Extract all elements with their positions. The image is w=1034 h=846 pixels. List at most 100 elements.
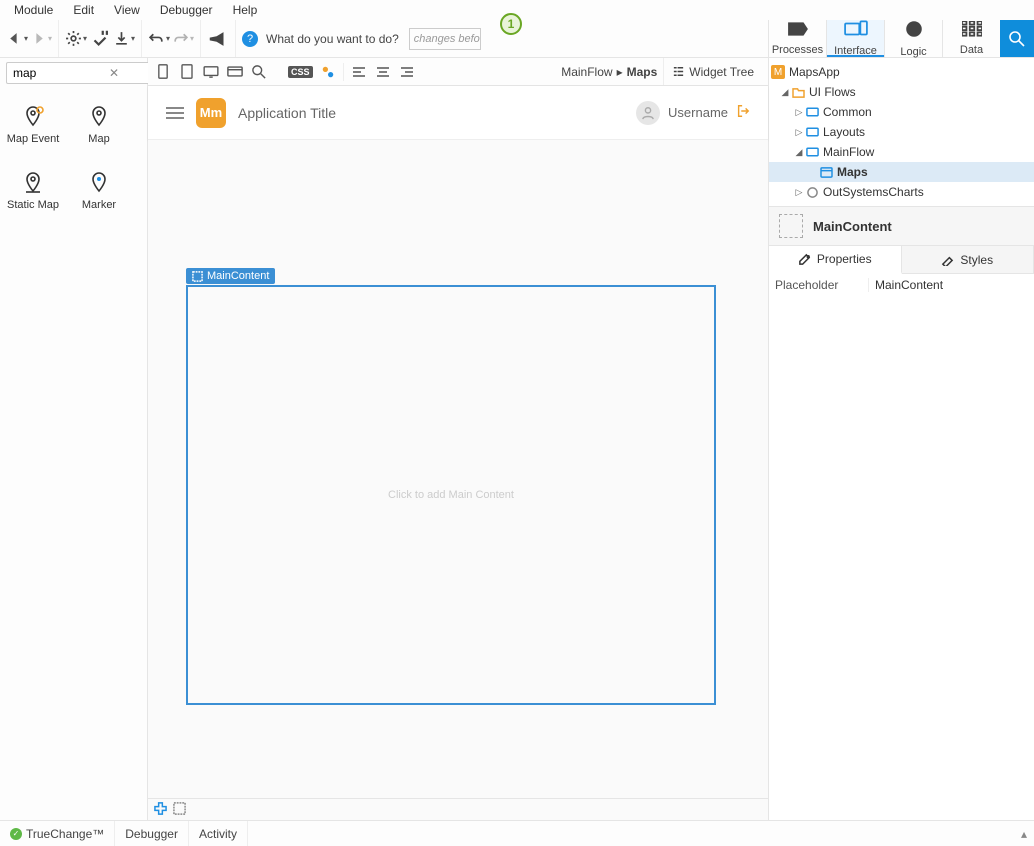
device-tablet-icon[interactable] bbox=[178, 63, 196, 81]
breadcrumb: MainFlow ▸ Maps bbox=[561, 65, 657, 79]
menu-help[interactable]: Help bbox=[223, 3, 268, 17]
tree-row-common[interactable]: ▷ Common bbox=[769, 102, 1034, 122]
toolbox-item-label: Map bbox=[88, 133, 109, 145]
reference-icon bbox=[805, 185, 819, 199]
tree-label: Layouts bbox=[823, 125, 865, 139]
device-desktop-icon[interactable] bbox=[202, 63, 220, 81]
tree-label: MainFlow bbox=[823, 145, 874, 159]
application-title[interactable]: Application Title bbox=[238, 105, 336, 121]
gear-button[interactable] bbox=[65, 28, 87, 50]
zoom-icon[interactable] bbox=[250, 63, 268, 81]
tree-row-layouts[interactable]: ▷ Layouts bbox=[769, 122, 1034, 142]
toolbox-item-marker[interactable]: Marker bbox=[66, 158, 132, 224]
tab-styles[interactable]: Styles bbox=[902, 246, 1034, 273]
global-search-button[interactable] bbox=[1000, 20, 1034, 57]
toolbox-item-map[interactable]: Map bbox=[66, 92, 132, 158]
toolbox-item-label: Map Event bbox=[7, 133, 60, 145]
data-icon bbox=[962, 21, 982, 42]
device-wide-icon[interactable] bbox=[226, 63, 244, 81]
main-content-placeholder[interactable]: Click to add Main Content bbox=[186, 285, 716, 705]
menu-view[interactable]: View bbox=[104, 3, 150, 17]
design-canvas[interactable]: MainContent Click to add Main Content bbox=[148, 140, 768, 798]
tree-row-mainflow[interactable]: ◢ MainFlow bbox=[769, 142, 1034, 162]
forward-button[interactable] bbox=[30, 28, 52, 50]
logout-icon[interactable] bbox=[736, 104, 750, 121]
canvas-toolbar: CSS MainFlow ▸ Maps Widget Tree bbox=[148, 58, 768, 86]
help-icon[interactable]: ? bbox=[242, 31, 258, 47]
tree-row-maps[interactable]: Maps bbox=[769, 162, 1034, 182]
tree-row-charts[interactable]: ▷ OutSystemsCharts bbox=[769, 182, 1034, 202]
placeholder-tag[interactable]: MainContent bbox=[186, 268, 275, 284]
hamburger-icon[interactable] bbox=[166, 107, 184, 119]
tab-properties-label: Properties bbox=[817, 252, 872, 266]
tab-logic[interactable]: Logic bbox=[884, 20, 942, 57]
canvas-footer bbox=[148, 798, 768, 820]
add-widget-icon[interactable] bbox=[154, 802, 167, 818]
tree-row-app[interactable]: M MapsApp bbox=[769, 62, 1034, 82]
plug-button[interactable] bbox=[89, 28, 111, 50]
download-button[interactable] bbox=[113, 28, 135, 50]
main-toolbar: ? What do you want to do? changes befo 1… bbox=[0, 20, 1034, 58]
property-key: Placeholder bbox=[769, 278, 869, 292]
align-center-icon[interactable] bbox=[374, 63, 392, 81]
tree-row-uiflows[interactable]: ◢ UI Flows bbox=[769, 82, 1034, 102]
tab-properties[interactable]: Properties bbox=[769, 246, 902, 274]
css-badge[interactable]: CSS bbox=[288, 66, 313, 78]
menu-edit[interactable]: Edit bbox=[63, 3, 104, 17]
align-right-icon[interactable] bbox=[398, 63, 416, 81]
logic-icon bbox=[904, 19, 924, 44]
menu-module[interactable]: Module bbox=[4, 3, 63, 17]
changes-hint-box: changes befo bbox=[409, 28, 481, 50]
flow-icon bbox=[805, 105, 819, 119]
tab-truechange[interactable]: ✓ TrueChange™ bbox=[0, 821, 115, 846]
toolbox-item-map-event[interactable]: Map Event bbox=[0, 92, 66, 158]
tab-processes[interactable]: Processes bbox=[768, 20, 826, 57]
device-phone-icon[interactable] bbox=[154, 63, 172, 81]
toolbox-item-label: Static Map bbox=[7, 199, 59, 211]
property-value[interactable]: MainContent bbox=[869, 278, 1034, 292]
check-icon: ✓ bbox=[10, 828, 22, 840]
tree-label: OutSystemsCharts bbox=[823, 185, 924, 199]
menu-debugger[interactable]: Debugger bbox=[150, 3, 223, 17]
placeholder-footer-icon[interactable] bbox=[173, 802, 186, 818]
username-label[interactable]: Username bbox=[668, 105, 728, 120]
tab-data[interactable]: Data bbox=[942, 20, 1000, 57]
bottom-tabs: ✓ TrueChange™ Debugger Activity ▴ bbox=[0, 820, 1034, 846]
tab-data-label: Data bbox=[960, 44, 983, 56]
canvas-column: CSS MainFlow ▸ Maps Widget Tree Mm Appli… bbox=[148, 58, 768, 820]
tab-interface[interactable]: Interface bbox=[826, 20, 884, 57]
toolbox-item-label: Marker bbox=[82, 199, 116, 211]
tab-truechange-label: TrueChange™ bbox=[26, 827, 104, 841]
user-avatar[interactable] bbox=[636, 101, 660, 125]
toolbox-item-static-map[interactable]: Static Map bbox=[0, 158, 66, 224]
help-prompt[interactable]: What do you want to do? bbox=[266, 32, 399, 46]
redo-button[interactable] bbox=[172, 28, 194, 50]
module-icon: M bbox=[771, 65, 785, 79]
announce-button[interactable] bbox=[207, 28, 229, 50]
widget-tree-label: Widget Tree bbox=[689, 65, 754, 79]
notification-badge[interactable]: 1 bbox=[500, 13, 522, 35]
expand-bottom-icon[interactable]: ▴ bbox=[1014, 821, 1034, 846]
undo-button[interactable] bbox=[148, 28, 170, 50]
widget-tree-button[interactable]: Widget Tree bbox=[663, 58, 762, 85]
processes-icon bbox=[787, 21, 809, 42]
selection-header: MainContent bbox=[769, 206, 1034, 246]
align-left-icon[interactable] bbox=[350, 63, 368, 81]
chevron-right-icon: ▸ bbox=[617, 65, 623, 79]
breadcrumb-current[interactable]: Maps bbox=[627, 65, 658, 79]
back-button[interactable] bbox=[6, 28, 28, 50]
flow-icon bbox=[805, 125, 819, 139]
screen-header: Mm Application Title Username bbox=[148, 86, 768, 140]
placeholder-tag-label: MainContent bbox=[207, 270, 269, 282]
toolbox-search-clear[interactable]: ✕ bbox=[109, 66, 119, 80]
tab-interface-label: Interface bbox=[834, 45, 877, 57]
theme-icon[interactable] bbox=[319, 63, 337, 81]
tree-label: Common bbox=[823, 105, 872, 119]
tab-activity[interactable]: Activity bbox=[189, 821, 248, 846]
property-row[interactable]: Placeholder MainContent bbox=[769, 274, 1034, 296]
flow-icon bbox=[805, 145, 819, 159]
tab-bottom-debugger[interactable]: Debugger bbox=[115, 821, 189, 846]
breadcrumb-root[interactable]: MainFlow bbox=[561, 65, 612, 79]
tab-logic-label: Logic bbox=[900, 46, 926, 58]
tab-styles-label: Styles bbox=[960, 253, 993, 267]
